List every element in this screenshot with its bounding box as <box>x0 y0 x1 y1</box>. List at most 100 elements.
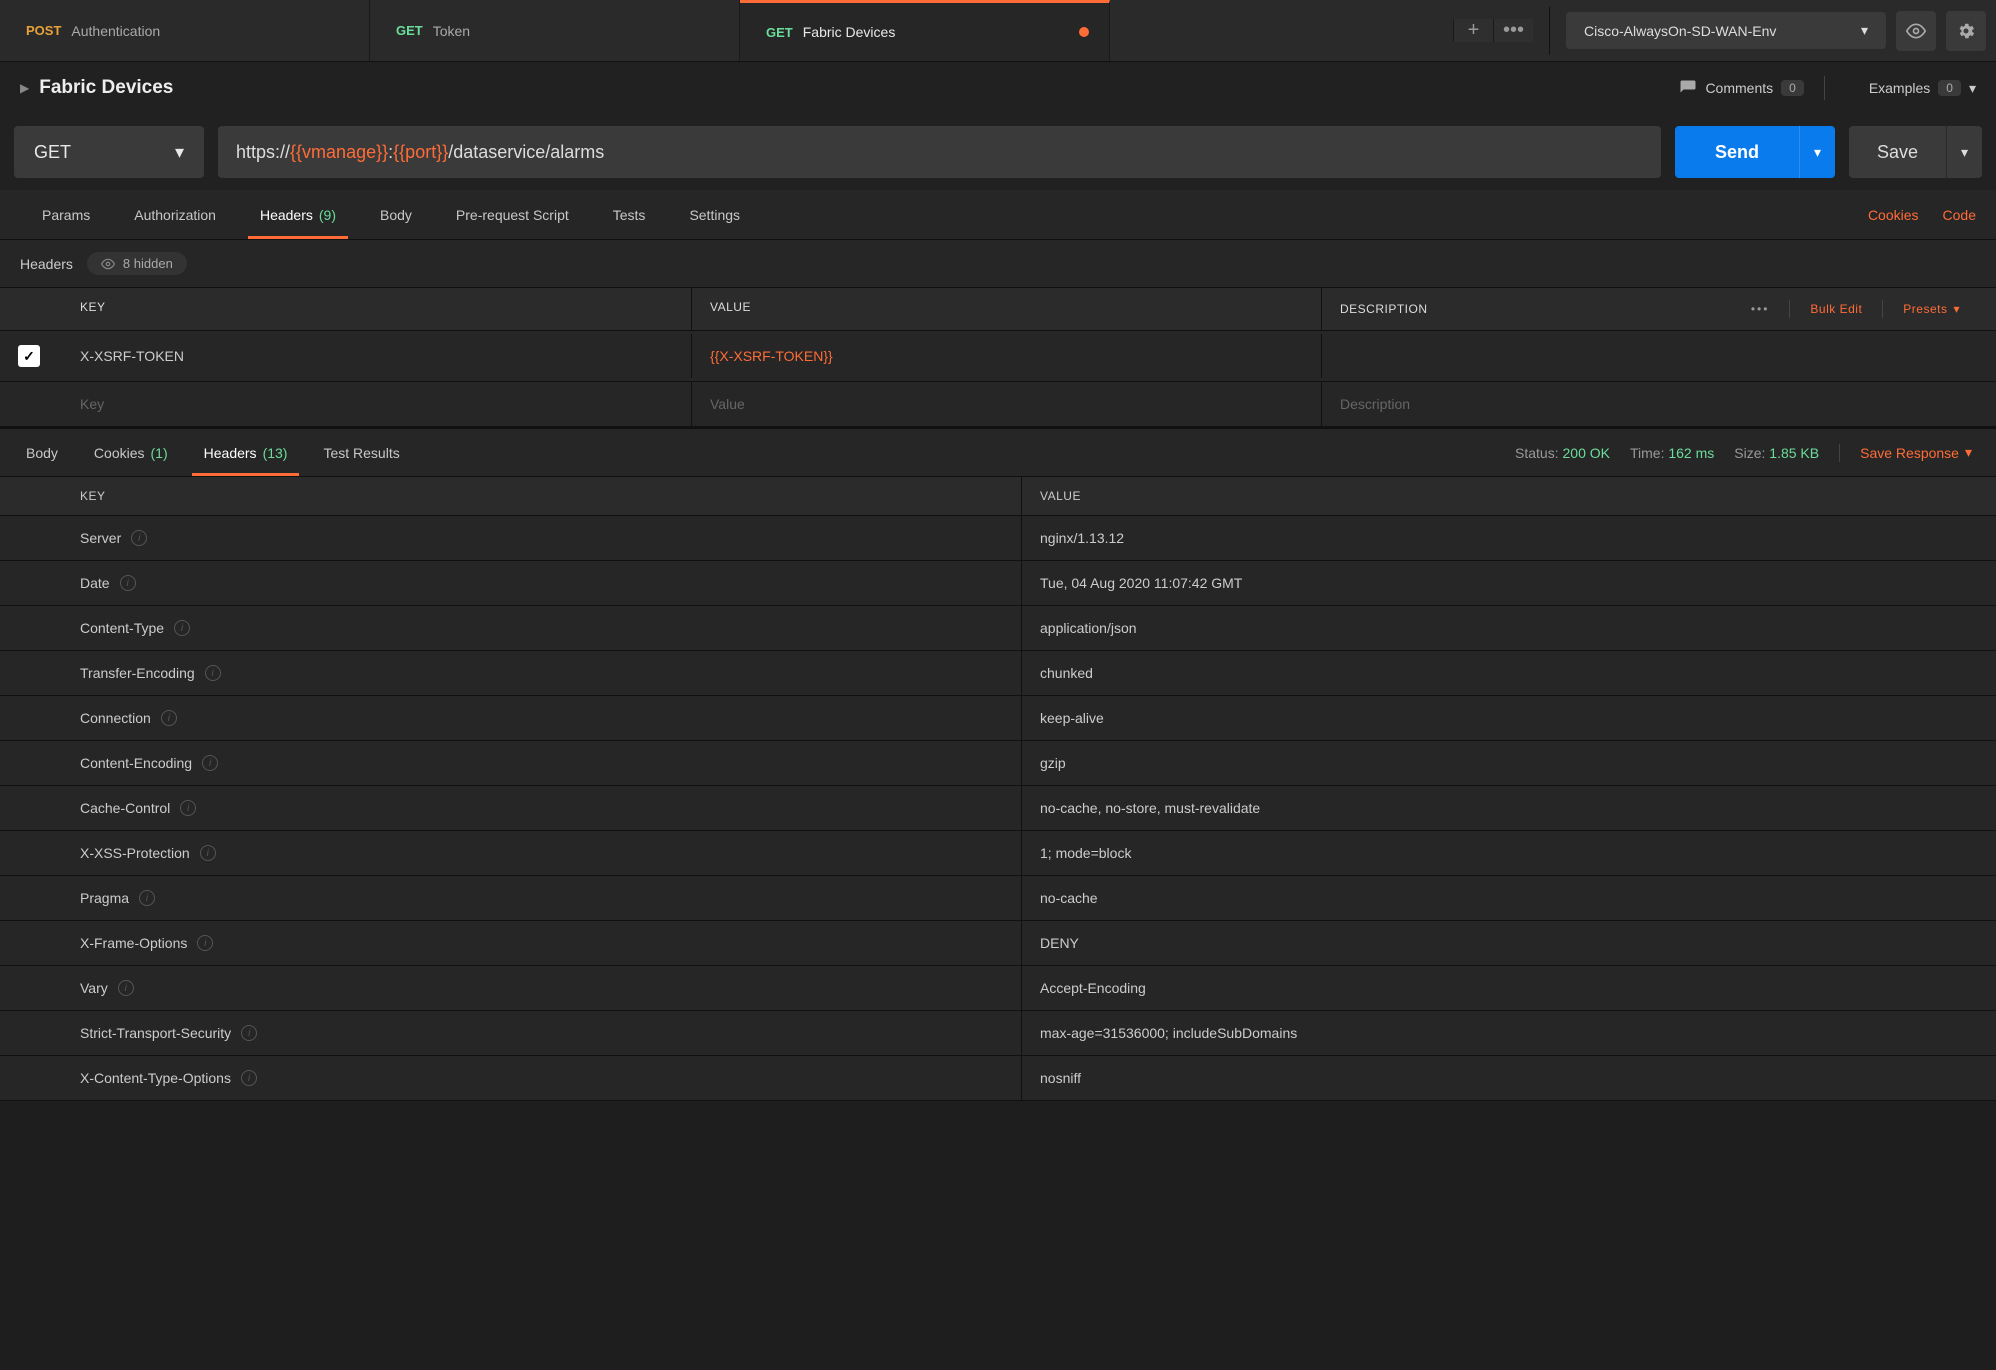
description-input[interactable]: Description <box>1322 382 1996 426</box>
response-header-row: Strict-Transport-Securityimax-age=315360… <box>0 1011 1996 1056</box>
info-icon[interactable]: i <box>197 935 213 951</box>
column-value: VALUE <box>1022 477 1996 515</box>
more-tabs-button[interactable]: ••• <box>1493 19 1533 42</box>
response-header-value: Accept-Encoding <box>1022 966 1996 1010</box>
response-header-row: VaryiAccept-Encoding <box>0 966 1996 1011</box>
header-key[interactable]: X-XSRF-TOKEN <box>62 334 692 378</box>
response-header-row: Cache-Control i no-cache, no-store, must-r… <box>0 786 1996 831</box>
resp-tab-cookies[interactable]: Cookies(1) <box>76 429 186 476</box>
info-icon[interactable]: i <box>200 845 216 861</box>
caret-right-icon[interactable]: ▶ <box>20 81 29 95</box>
info-icon[interactable]: i <box>161 710 177 726</box>
response-header-value: no-cache, no-store, must-revalidate <box>1022 786 1996 830</box>
info-icon[interactable]: i <box>174 620 190 636</box>
info-icon[interactable]: i <box>139 890 155 906</box>
gear-icon[interactable] <box>1946 11 1986 51</box>
response-header-row: X-Frame-Options i DENY <box>0 921 1996 966</box>
presets-dropdown[interactable]: Presets ▾ <box>1903 302 1960 316</box>
chevron-down-icon: ▾ <box>175 142 184 163</box>
response-header-row: X-Content-Type-Optionsinosniff <box>0 1056 1996 1101</box>
response-header-key: Date <box>80 575 110 591</box>
response-header-row: Content-Encodingigzip <box>0 741 1996 786</box>
request-tab[interactable]: GET Fabric Devices <box>740 0 1110 61</box>
method-badge: GET <box>766 25 793 40</box>
tab-headers[interactable]: Headers(9) <box>238 190 358 239</box>
info-icon[interactable]: i <box>118 980 134 996</box>
resp-tab-tests[interactable]: Test Results <box>305 429 417 476</box>
url-input[interactable]: https://{{vmanage}}:{{port}}/dataservice… <box>218 126 1661 178</box>
examples-count: 0 <box>1938 80 1961 96</box>
response-header-value: application/json <box>1022 606 1996 650</box>
request-title: Fabric Devices <box>39 77 1655 99</box>
eye-icon <box>101 257 115 271</box>
value-input[interactable]: Value <box>692 382 1322 426</box>
response-header-row: Transfer-Encodingichunked <box>0 651 1996 696</box>
resp-tab-headers[interactable]: Headers(13) <box>186 429 306 476</box>
column-key: KEY <box>62 288 692 330</box>
eye-icon[interactable] <box>1896 11 1936 51</box>
chevron-down-icon: ▾ <box>1969 80 1976 97</box>
headers-section-title: Headers <box>20 256 73 272</box>
header-value[interactable]: {{X-XSRF-TOKEN}} <box>692 334 1322 378</box>
code-link[interactable]: Code <box>1943 207 1976 223</box>
info-icon[interactable]: i <box>202 755 218 771</box>
response-header-key: Content-Type <box>80 620 164 636</box>
response-header-key: X-XSS-Protection <box>80 845 190 861</box>
chevron-down-icon: ▾ <box>1861 22 1868 39</box>
request-tabs: POSTAuthenticationGETTokenGETFabric Devi… <box>0 0 1453 61</box>
more-columns-button[interactable]: ••• <box>1751 302 1770 316</box>
new-tab-button[interactable]: + <box>1453 19 1493 42</box>
request-tab[interactable]: GETToken <box>370 0 740 61</box>
info-icon[interactable]: i <box>241 1025 257 1041</box>
chevron-down-icon: ▾ <box>1965 444 1972 461</box>
info-icon[interactable]: i <box>205 665 221 681</box>
response-header-key: Cache-Control <box>80 800 170 816</box>
response-header-value: nginx/1.13.12 <box>1022 516 1996 560</box>
header-checkbox[interactable]: ✓ <box>18 345 40 367</box>
environment-select[interactable]: Cisco-AlwaysOn-SD-WAN-Env ▾ <box>1566 12 1886 49</box>
response-header-value: max-age=31536000; includeSubDomains <box>1022 1011 1996 1055</box>
environment-label: Cisco-AlwaysOn-SD-WAN-Env <box>1584 23 1776 39</box>
examples-dropdown[interactable]: Examples 0 ▾ <box>1869 80 1976 97</box>
response-header-row: Content-Type i application/json <box>0 606 1996 651</box>
cookies-link[interactable]: Cookies <box>1868 207 1919 223</box>
request-tab[interactable]: POSTAuthentication <box>0 0 370 61</box>
tab-tests[interactable]: Tests <box>591 190 668 239</box>
response-header-key: X-Frame-Options <box>80 935 187 951</box>
response-header-row: X-XSS-Protection i 1; mode=block <box>0 831 1996 876</box>
tab-params[interactable]: Params <box>20 190 112 239</box>
tab-body[interactable]: Body <box>358 190 434 239</box>
save-dropdown[interactable]: ▾ <box>1946 126 1982 178</box>
tab-pre-request-script[interactable]: Pre-request Script <box>434 190 591 239</box>
response-header-value: DENY <box>1022 921 1996 965</box>
chevron-down-icon: ▾ <box>1953 302 1960 316</box>
resp-tab-body[interactable]: Body <box>8 429 76 476</box>
response-header-key: Connection <box>80 710 151 726</box>
response-header-key: Transfer-Encoding <box>80 665 195 681</box>
tab-authorization[interactable]: Authorization <box>112 190 238 239</box>
hidden-headers-toggle[interactable]: 8 hidden <box>87 252 187 275</box>
header-description[interactable] <box>1322 342 1996 370</box>
tab-settings[interactable]: Settings <box>667 190 762 239</box>
comment-icon <box>1679 79 1697 97</box>
status-value: 200 OK <box>1563 445 1610 461</box>
send-button[interactable]: Send <box>1675 126 1799 178</box>
key-input[interactable]: Key <box>62 382 692 426</box>
info-icon[interactable]: i <box>131 530 147 546</box>
method-select[interactable]: GET ▾ <box>14 126 204 178</box>
bulk-edit-button[interactable]: Bulk Edit <box>1810 302 1862 316</box>
tab-label: Fabric Devices <box>803 24 896 40</box>
response-header-value: gzip <box>1022 741 1996 785</box>
method-badge: GET <box>396 23 423 38</box>
response-header-key: Server <box>80 530 121 546</box>
info-icon[interactable]: i <box>180 800 196 816</box>
tab-label: Authentication <box>71 23 160 39</box>
comments-button[interactable]: Comments 0 <box>1679 79 1803 97</box>
send-dropdown[interactable]: ▾ <box>1799 126 1835 178</box>
info-icon[interactable]: i <box>241 1070 257 1086</box>
save-response-button[interactable]: Save Response ▾ <box>1860 444 1972 461</box>
response-header-row: DateiTue, 04 Aug 2020 11:07:42 GMT <box>0 561 1996 606</box>
save-button[interactable]: Save <box>1849 126 1946 178</box>
response-header-value: 1; mode=block <box>1022 831 1996 875</box>
info-icon[interactable]: i <box>120 575 136 591</box>
